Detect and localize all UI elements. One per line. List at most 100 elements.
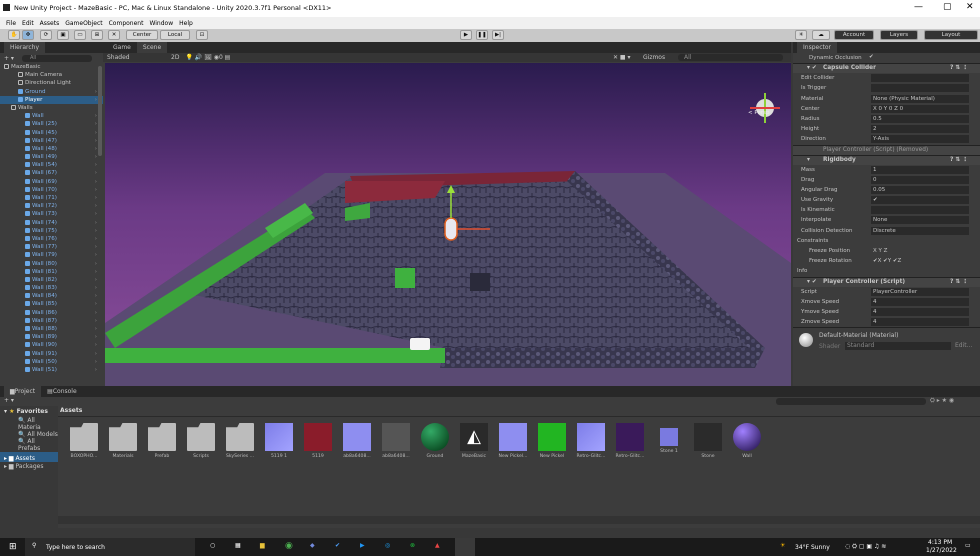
pivot-center-toggle[interactable]: Center — [126, 30, 158, 40]
field-value[interactable] — [871, 74, 969, 83]
rect-tool-icon[interactable]: ▭ — [74, 30, 86, 40]
file-explorer-icon[interactable]: ▆ — [260, 542, 265, 549]
menu-gameobject[interactable]: GameObject — [65, 20, 102, 27]
2d-toggle[interactable]: 2D — [171, 54, 179, 61]
chevron-right-icon[interactable]: › — [95, 202, 97, 210]
field-value[interactable]: 0 — [871, 175, 969, 184]
hierarchy-item[interactable]: Wall (48) › — [0, 145, 103, 153]
hierarchy-item[interactable]: Wall (84) › — [0, 292, 103, 300]
asset-item[interactable]: New Pickel... — [496, 423, 530, 459]
asset-item[interactable]: Stone 1 — [652, 423, 686, 454]
menu-help[interactable]: Help — [179, 20, 193, 27]
field-value[interactable]: None — [871, 216, 969, 225]
tray-icons[interactable]: ◌ ⛭ ▢ ▣ ♫ ≋ — [845, 543, 886, 551]
add-icon[interactable]: + ▾ — [4, 55, 14, 62]
chevron-right-icon[interactable]: › — [95, 96, 97, 104]
chevron-right-icon[interactable]: › — [95, 260, 97, 268]
fav-all-materials[interactable]: 🔍 All Materia — [0, 417, 58, 431]
scene-viewport[interactable] — [105, 63, 791, 386]
asset-item[interactable]: Stone — [691, 423, 725, 459]
weather-text[interactable]: 34°F Sunny — [795, 544, 830, 551]
maximize-button[interactable]: ▢ — [943, 2, 952, 12]
custom-tool-icon[interactable]: ✕ — [108, 30, 120, 40]
chevron-right-icon[interactable]: › — [95, 112, 97, 120]
fav-all-models[interactable]: 🔍 All Models — [0, 431, 58, 438]
field-value[interactable] — [871, 206, 969, 215]
hierarchy-item[interactable]: Wall (90) › — [0, 341, 103, 349]
chevron-right-icon[interactable]: › — [95, 178, 97, 186]
asset-item[interactable]: ab8a6408... — [340, 423, 374, 459]
component-menu-icon[interactable]: ? ⇅ ⋮ — [950, 279, 968, 285]
chevron-right-icon[interactable]: › — [95, 235, 97, 243]
hierarchy-item[interactable]: Wall (82) › — [0, 276, 103, 284]
asset-item[interactable]: Wall — [730, 423, 764, 459]
chevron-right-icon[interactable]: › — [95, 137, 97, 145]
freeze-position-checkboxes[interactable]: X Y Z — [873, 248, 887, 254]
field-value[interactable]: Y-Axis — [871, 135, 969, 144]
field-value[interactable]: 0.5 — [871, 114, 969, 123]
rigidbody-header[interactable]: ▾ Rigidbody ? ⇅ ⋮ — [793, 154, 980, 165]
unity-taskbar-icon[interactable] — [455, 538, 475, 556]
asset-item[interactable]: 5119 1 — [262, 423, 296, 459]
favorites-node[interactable]: ▾ ★ Favorites — [0, 406, 58, 417]
hierarchy-item[interactable]: Walls — [0, 104, 103, 112]
asset-item[interactable]: SkySeries ... — [223, 423, 257, 459]
chevron-right-icon[interactable]: › — [95, 317, 97, 325]
tab-hierarchy[interactable]: Hierarchy — [4, 42, 46, 53]
project-filter-icons[interactable]: ⛭ ▸ ★ ◉ — [930, 397, 954, 405]
asset-item[interactable]: Prefab — [145, 423, 179, 459]
pivot-local-toggle[interactable]: Local — [160, 30, 190, 40]
chrome-icon[interactable]: ◉ — [285, 541, 293, 551]
hierarchy-item[interactable]: Wall (50) › — [0, 358, 103, 366]
hierarchy-item[interactable]: Main Camera — [0, 71, 103, 79]
close-button[interactable]: ✕ — [966, 2, 974, 12]
app-icon[interactable]: ▲ — [435, 542, 440, 549]
hierarchy-item[interactable]: Wall (74) › — [0, 219, 103, 227]
menu-component[interactable]: Component — [109, 20, 144, 27]
add-asset-icon[interactable]: + ▾ — [4, 397, 14, 404]
chevron-right-icon[interactable]: › — [95, 276, 97, 284]
menu-file[interactable]: File — [6, 20, 16, 27]
move-tool-icon[interactable]: ✥ — [22, 30, 34, 40]
vscode-icon[interactable]: ✔ — [335, 542, 340, 549]
fav-all-prefabs[interactable]: 🔍 All Prefabs — [0, 438, 58, 452]
hierarchy-item[interactable]: Wall (47) › — [0, 137, 103, 145]
hierarchy-item[interactable]: Wall (54) › — [0, 161, 103, 169]
hierarchy-scene-item[interactable]: MazeBasic — [0, 63, 103, 71]
menu-window[interactable]: Window — [149, 20, 173, 27]
hierarchy-item[interactable]: Wall (71) › — [0, 194, 103, 202]
play-button[interactable]: ▶ — [460, 30, 472, 40]
info-row[interactable]: Info — [793, 266, 980, 276]
step-button[interactable]: ▶| — [492, 30, 504, 40]
hierarchy-item[interactable]: Wall (91) › — [0, 350, 103, 358]
chevron-right-icon[interactable]: › — [95, 88, 97, 96]
hierarchy-item[interactable]: Wall (80) › — [0, 260, 103, 268]
asset-item[interactable]: ab8a6408... — [379, 423, 413, 459]
packages-node[interactable]: ▸ ▆ Packages — [0, 462, 58, 471]
scale-tool-icon[interactable]: ▣ — [57, 30, 69, 40]
discord-icon[interactable]: ◆ — [310, 542, 315, 549]
chevron-right-icon[interactable]: › — [95, 169, 97, 177]
hierarchy-item[interactable]: Wall (25) › — [0, 120, 103, 128]
asset-item[interactable]: Retro-Glitc... — [613, 423, 647, 459]
hand-tool-icon[interactable]: ✋ — [8, 30, 20, 40]
chevron-right-icon[interactable]: › — [95, 153, 97, 161]
hierarchy-scrollbar[interactable] — [98, 66, 102, 156]
chevron-right-icon[interactable]: › — [95, 292, 97, 300]
notifications-icon[interactable]: ▭ — [965, 542, 971, 549]
chevron-right-icon[interactable]: › — [95, 341, 97, 349]
field-value[interactable]: 1 — [871, 165, 969, 174]
field-value[interactable]: 2 — [871, 125, 969, 134]
account-dropdown[interactable]: Account — [834, 30, 874, 40]
menu-assets[interactable]: Assets — [40, 20, 60, 27]
hierarchy-item[interactable]: Wall (87) › — [0, 317, 103, 325]
hierarchy-item[interactable]: Wall (81) › — [0, 268, 103, 276]
tab-console[interactable]: ▤ Console — [41, 386, 83, 397]
hierarchy-item[interactable]: Player › — [0, 95, 103, 104]
chevron-right-icon[interactable]: › — [95, 243, 97, 251]
chevron-right-icon[interactable]: › — [95, 129, 97, 137]
chevron-right-icon[interactable]: › — [95, 309, 97, 317]
chevron-right-icon[interactable]: › — [95, 227, 97, 235]
chevron-right-icon[interactable]: › — [95, 120, 97, 128]
chevron-right-icon[interactable]: › — [95, 325, 97, 333]
